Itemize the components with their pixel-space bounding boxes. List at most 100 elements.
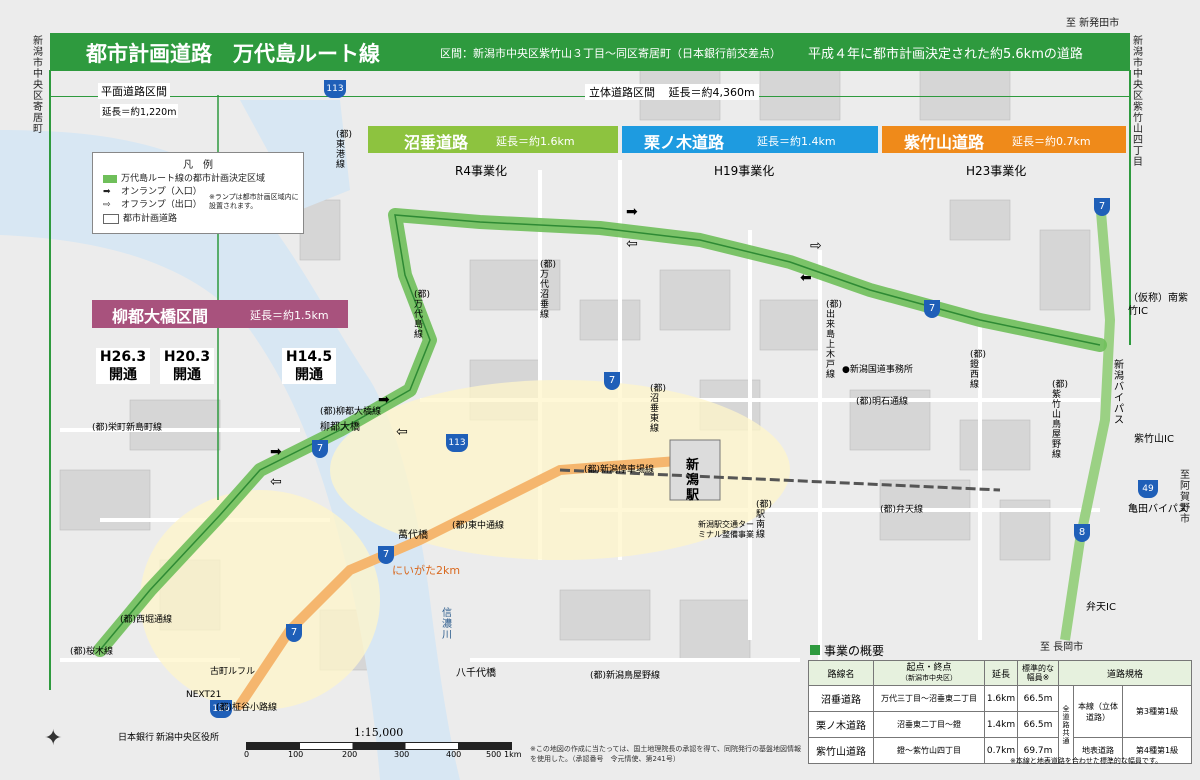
route-7-shield-b: 7 <box>924 300 940 318</box>
row-shared: 全道路共通 <box>1058 685 1074 764</box>
offramp-arrow-icon-c: ⇦ <box>396 424 408 440</box>
route-7-shield-a: 7 <box>1094 198 1110 216</box>
area-swatch <box>103 174 117 183</box>
benten-ic-label: 弁天IC <box>1086 602 1116 613</box>
header-start-end-text: 起点・終点 <box>906 663 952 673</box>
plan-summary: 平成４年に都市計画決定された約5.6kmの道路 <box>808 47 1083 62</box>
route-113-shield-b: 113 <box>446 434 468 452</box>
title-banner: 都市計画道路 万代島ルート線 区間：新潟市中央区紫竹山３丁目〜同区寄居町（日本銀… <box>50 33 1130 71</box>
route-7-shield-d: 7 <box>312 440 328 458</box>
minami-shichikuyama-ic-label: （仮称）南紫竹IC <box>1128 293 1188 317</box>
section-kurinoki: 栗ノ木道路 延長＝約1.4km <box>622 126 878 153</box>
national-road-office-label: ●新潟国道事務所 <box>842 365 913 375</box>
flat-interval-label: 平面道路区間 <box>98 83 170 99</box>
overview-title-text: 事業の概要 <box>824 644 885 658</box>
road-label-bandaijima: (都)万代島線 <box>414 290 431 340</box>
row-length: 1.6km <box>984 685 1018 712</box>
section-kurinoki-year: H19事業化 <box>714 164 775 178</box>
onramp-arrow-icon-c: ➡ <box>378 392 390 408</box>
header-length: 延長 <box>984 660 1018 686</box>
opening-h14-status: 開通 <box>295 367 323 383</box>
row-name: 紫竹山道路 <box>808 737 874 764</box>
road-label-masaya: (都)柾谷小路線 <box>216 703 278 713</box>
onramp-arrow-icon: ➡ <box>103 187 111 197</box>
legend-item-offramp: ⇨ オフランプ（出口） <box>103 197 202 210</box>
offramp-arrow-icon-b: ⇦ <box>626 236 638 252</box>
page-title: 都市計画道路 万代島ルート線 <box>86 42 380 66</box>
scale-tick-400: 400 <box>446 750 462 759</box>
opening-h20-status: 開通 <box>173 367 201 383</box>
legend-item-area: 万代島ルート線の都市計画決定区域 <box>103 171 265 184</box>
route-113-shield-a: 113 <box>324 80 346 98</box>
road-label-teishaba: (都)新潟停車場線 <box>584 465 655 475</box>
legend-item-onramp: ➡ オンランプ（入口） <box>103 184 202 197</box>
overview-note: ※本線と地表道路を合わせた標準的な幅員です。 <box>1010 757 1163 765</box>
opening-h20-year: H20.3 <box>163 349 211 365</box>
scale-bar <box>246 742 512 750</box>
bank-of-japan-label: 日本銀行 <box>118 733 155 743</box>
road-label-sakaecho: (都)栄町新島町線 <box>92 423 163 433</box>
yanagi-name: 柳都大橋区間 <box>112 307 209 326</box>
overview-panel: 事業の概要 路線名 起点・終点 （新潟市中央区） 延長 標準的な幅員※ 道路規格 … <box>806 642 1194 766</box>
section-shichikuyama: 紫竹山道路 延長＝約0.7km <box>882 126 1126 153</box>
road-label-ryuto: (都)柳都大橋線 <box>320 407 382 417</box>
opening-h20: H20.3 開通 <box>160 348 214 384</box>
road-label-ekinan: (都)駅南線 <box>756 500 773 540</box>
elevated-interval-label-wrap: 立体道路区間 延長＝約4,360m <box>585 84 759 100</box>
overview-header-row: 路線名 起点・終点 （新潟市中央区） 延長 標準的な幅員※ 道路規格 <box>808 660 1192 686</box>
kameda-bypass-label: 亀田バイパス <box>1128 504 1188 515</box>
next21-label: NEXT21 <box>186 690 222 700</box>
niigata2km-label: にいがた2km <box>392 564 461 577</box>
row-length: 1.4km <box>984 711 1018 738</box>
opening-h14-year: H14.5 <box>285 349 333 365</box>
section-kurinoki-length: 延長＝約1.4km <box>757 135 836 148</box>
terminal-project-label: 新潟駅交通ターミナル整備事業 <box>698 520 754 539</box>
header-spec: 道路規格 <box>1058 660 1192 686</box>
section-kurinoki-name: 栗ノ木道路 <box>644 133 725 152</box>
overview-table: 路線名 起点・終点 （新潟市中央区） 延長 標準的な幅員※ 道路規格 沼垂道路 万… <box>808 660 1192 764</box>
furumachi-ruful-label: 古町ルフル <box>210 667 256 677</box>
legend-area-label: 万代島ルート線の都市計画決定区域 <box>121 174 266 184</box>
road-label-sakuragi: (都)桜木線 <box>70 647 114 657</box>
niigata-station-label: 新潟駅 <box>686 458 700 503</box>
road-label-shichikuyama-toyano: (都)紫竹山鳥屋野線 <box>1052 380 1069 460</box>
north-compass-icon: ✦ <box>44 726 63 751</box>
scale-tick-0: 0 <box>244 750 250 759</box>
cityroad-swatch <box>103 213 119 224</box>
header-start-end-sub: （新潟市中央区） <box>901 674 957 682</box>
section-numatari-year: R4事業化 <box>455 164 507 178</box>
offramp-arrow-icon-a: ⇨ <box>810 238 822 254</box>
shinano-river-label: 信濃川 <box>442 608 452 641</box>
route-8-shield: 8 <box>1074 524 1090 542</box>
road-label-benten: (都)弁天線 <box>880 505 924 515</box>
legend-onramp-label: オンランプ（入口） <box>121 187 202 197</box>
ward-office-label: 新潟中央区役所 <box>156 733 220 743</box>
table-row: 沼垂道路 万代三丁目〜沼垂東二丁目 1.6km 66.5m 全道路共通 本線（立… <box>808 685 1192 764</box>
yachiyo-bridge-label: 八千代橋 <box>456 668 496 679</box>
onramp-arrow-icon-b: ⬅ <box>800 270 812 286</box>
legend-item-cityroad: 都市計画道路 <box>103 211 177 224</box>
onramp-arrow-icon-a: ➡ <box>626 204 638 220</box>
road-label-bandai-numatari: (都)万代沼垂線 <box>540 260 557 320</box>
road-label-higashiminato: (都)東港線 <box>336 130 353 170</box>
section-range: 区間：新潟市中央区紫竹山３丁目〜同区寄居町（日本銀行前交差点） <box>440 47 781 60</box>
route-7-shield-f: 7 <box>286 624 302 642</box>
opening-h26: H26.3 開通 <box>96 348 150 384</box>
flat-interval-length: 延長＝約1,220m <box>100 104 179 118</box>
road-label-higashinaka: (都)東中通線 <box>452 521 505 531</box>
section-shichikuyama-length: 延長＝約0.7km <box>1012 135 1091 148</box>
row-range: 沼垂東二丁目〜鐙 <box>873 711 985 738</box>
legend-box: 凡 例 万代島ルート線の都市計画決定区域 ➡ オンランプ（入口） ⇨ オフランプ（出… <box>92 152 304 234</box>
section-shichikuyama-year: H23事業化 <box>966 164 1027 178</box>
road-label-dekijima: (都)出来島上木戸線 <box>826 300 843 380</box>
header-start-end: 起点・終点 （新潟市中央区） <box>873 660 985 686</box>
shichikuyama-ic-label: 紫竹山IC <box>1134 434 1174 445</box>
road-label-nishibori: (都)西堀通線 <box>120 615 173 625</box>
scale-tick-300: 300 <box>394 750 410 759</box>
overview-square-icon <box>810 645 820 655</box>
offramp-arrow-icon-d: ⇦ <box>270 474 282 490</box>
north-direction-label: 至 新発田市 <box>1066 18 1120 29</box>
niigata-bypass-label: 新潟バイパス <box>1114 360 1124 426</box>
overview-title: 事業の概要 <box>810 642 884 659</box>
yanagi-length: 延長＝約1.5km <box>250 309 329 322</box>
